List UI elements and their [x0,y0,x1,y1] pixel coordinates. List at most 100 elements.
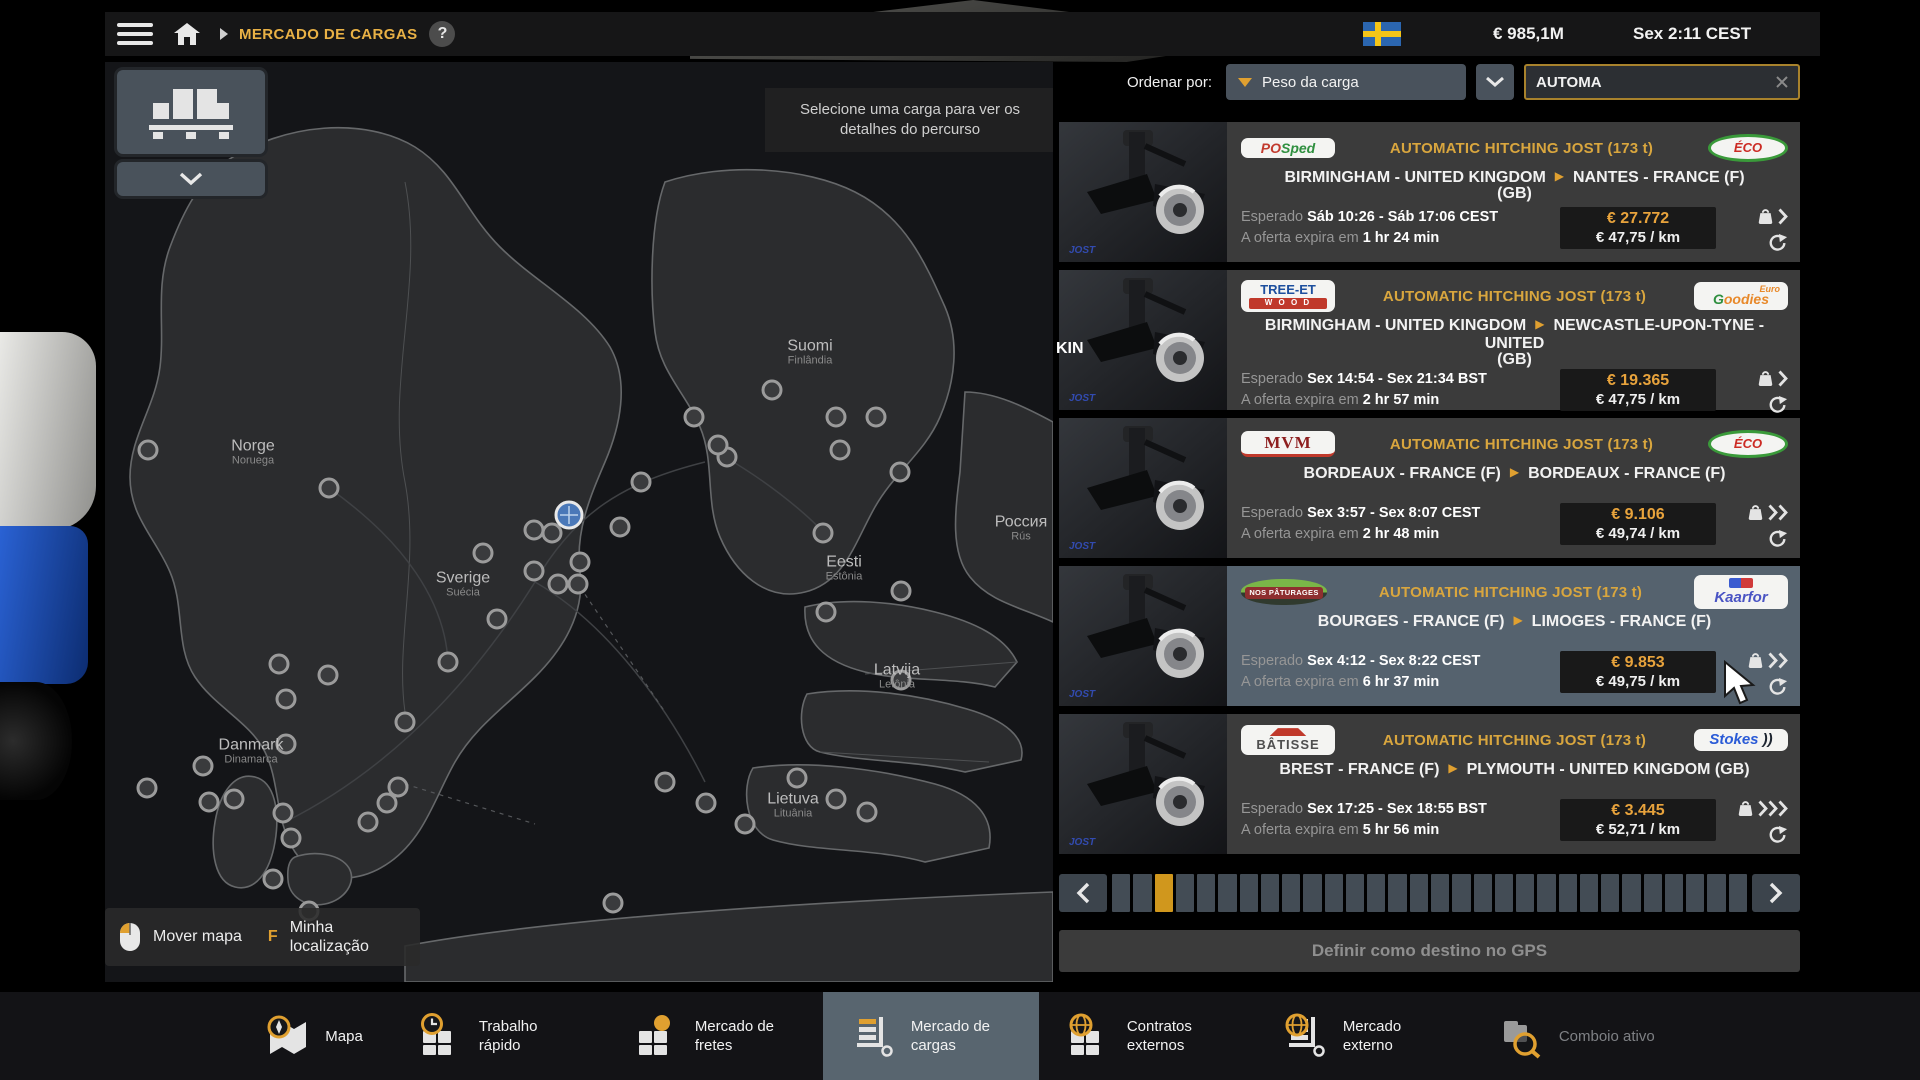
city-dot [274,804,292,822]
page-block[interactable] [1665,874,1683,912]
page-block[interactable] [1559,874,1577,912]
nav-item-quick-job[interactable]: Trabalho rápido [391,992,607,1080]
select-cargo-tooltip: Selecione uma carga para ver os detalhes… [765,88,1053,152]
cargo-title: AUTOMATIC HITCHING JOST (173 t) [1327,584,1694,601]
cargo-card[interactable]: JOST TREE-ETW O O D AUTOMATIC HITCHING J… [1059,270,1800,410]
external-contracts-icon [1067,1013,1113,1059]
city-dot [277,690,295,708]
game-time: Sex 2:11 CEST [1633,24,1751,44]
cargo-title: AUTOMATIC HITCHING JOST (173 t) [1335,436,1708,453]
return-arrow-icon [1768,530,1788,550]
cargo-market-icon [851,1013,897,1059]
page-block[interactable] [1431,874,1449,912]
cargo-card[interactable]: JOST NOS PÂTURAGES AUTOMATIC HITCHING JO… [1059,566,1800,706]
city-dot [763,381,781,399]
city-dot [736,815,754,833]
nav-item-external-market[interactable]: Mercado externo [1255,992,1471,1080]
search-input[interactable] [1534,73,1774,92]
city-dot [200,793,218,811]
page-block[interactable] [1367,874,1385,912]
return-arrow-icon [1768,396,1788,416]
price-box: € 27.772 € 47,75 / km [1560,207,1716,249]
page-block[interactable] [1707,874,1725,912]
page-block[interactable] [1495,874,1513,912]
cargo-price: € 19.365 [1568,372,1708,390]
collapse-chevron-button[interactable] [117,162,265,196]
page-block[interactable] [1474,874,1492,912]
set-gps-destination-button[interactable]: Definir como destino no GPS [1059,930,1800,972]
external-market-icon [1283,1013,1329,1059]
page-block[interactable] [1197,874,1215,912]
search-box[interactable] [1524,64,1800,100]
page-block[interactable] [1261,874,1279,912]
page-block[interactable] [1112,874,1130,912]
route: BORDEAUX - FRANCE (F)▶BORDEAUX - FRANCE … [1241,465,1788,483]
next-page-button[interactable] [1752,874,1800,912]
menu-icon[interactable] [117,18,153,50]
nav-item-convoy[interactable]: Comboio ativo [1471,992,1683,1080]
clear-search-icon[interactable] [1774,74,1790,90]
price-per-km: € 49,75 / km [1568,673,1708,690]
city-dot [264,870,282,888]
cargo-times: Esperado Sáb 10:26 - Sáb 17:06 CEST A of… [1241,207,1560,249]
map-controls[interactable]: Mover mapa F Minha localização [105,908,420,966]
city-dot [225,790,243,808]
page-block[interactable] [1622,874,1640,912]
page-block[interactable] [1686,874,1704,912]
sort-expand-button[interactable] [1476,64,1514,100]
cargo-times: Esperado Sex 3:57 - Sex 8:07 CEST A ofer… [1241,503,1560,545]
world-map[interactable]: NorgeNoruegaSverigeSuéciaSuomiFinlândiaE… [105,62,1053,982]
page-block[interactable] [1388,874,1406,912]
page-block[interactable] [1176,874,1194,912]
page-block[interactable] [1218,874,1236,912]
page-block[interactable] [1133,874,1151,912]
price-per-km: € 49,74 / km [1568,525,1708,542]
player-location-marker [556,502,582,528]
source-company-logo: BÂTISSE [1241,725,1335,755]
cargo-pallet-button[interactable] [117,70,265,154]
city-dot [858,803,876,821]
my-location-label: Minha localização [290,918,400,956]
page-block[interactable] [1601,874,1619,912]
nav-item-cargo-market[interactable]: Mercado de cargas [823,992,1039,1080]
nav-item-freight-market[interactable]: Mercado de fretes [607,992,823,1080]
city-dot [632,473,650,491]
price-box: € 9.106 € 49,74 / km [1560,503,1716,545]
nav-item-map[interactable]: Mapa [237,992,391,1080]
page-block[interactable] [1410,874,1428,912]
help-icon[interactable]: ? [429,21,455,47]
cargo-card[interactable]: JOST POSped AUTOMATIC HITCHING JOST (173… [1059,122,1800,262]
page-block[interactable] [1240,874,1258,912]
nav-item-external-contracts[interactable]: Contratos externos [1039,992,1255,1080]
cargo-title: AUTOMATIC HITCHING JOST (173 t) [1335,140,1708,157]
price-box: € 3.445 € 52,71 / km [1560,799,1716,841]
cargo-price: € 27.772 [1568,210,1708,228]
sort-by-label: Ordenar por: [1127,74,1212,91]
speed-chevrons-icon [1778,370,1788,388]
city-dot [827,790,845,808]
city-dot [543,524,561,542]
page-block[interactable] [1729,874,1747,912]
page-block[interactable] [1346,874,1364,912]
prev-page-button[interactable] [1059,874,1107,912]
page-block[interactable] [1580,874,1598,912]
page-block[interactable] [1452,874,1470,912]
page-block[interactable] [1537,874,1555,912]
page-block[interactable] [1516,874,1534,912]
route: BIRMINGHAM - UNITED KINGDOM▶NEWCASTLE-UP… [1241,317,1788,353]
price-per-km: € 47,75 / km [1568,229,1708,246]
city-dot [817,603,835,621]
sort-dropdown[interactable]: Peso da carga [1226,64,1466,100]
speed-chevrons-icon [1778,208,1788,226]
speed-chevrons-icon [1768,504,1788,522]
cargo-title: AUTOMATIC HITCHING JOST (173 t) [1335,288,1694,305]
page-block[interactable] [1282,874,1300,912]
page-block[interactable] [1155,874,1173,912]
city-dot [282,829,300,847]
cargo-card[interactable]: JOST BÂTISSE AUTOMATIC HITCHING JOST (17… [1059,714,1800,854]
home-icon[interactable] [173,21,201,47]
page-block[interactable] [1325,874,1343,912]
page-block[interactable] [1303,874,1321,912]
page-block[interactable] [1644,874,1662,912]
cargo-card[interactable]: JOST MVM AUTOMATIC HITCHING JOST (173 t)… [1059,418,1800,558]
